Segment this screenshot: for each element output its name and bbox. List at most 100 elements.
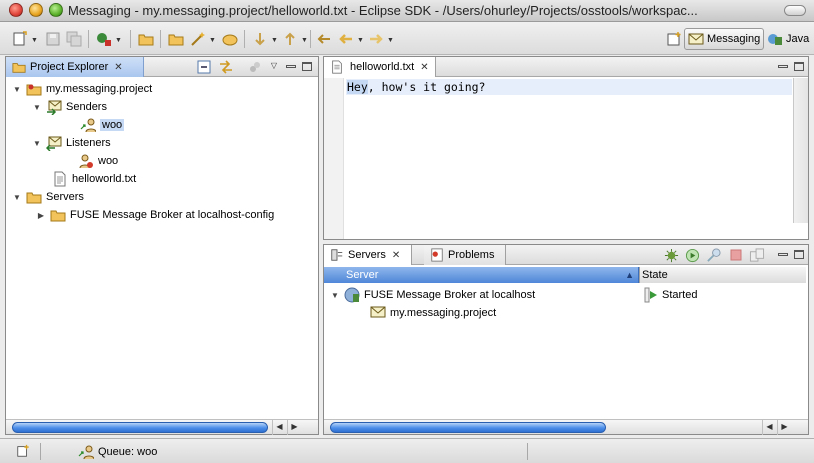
chevron-down-icon[interactable]: ▼	[301, 37, 308, 44]
tree-item-label: Senders	[66, 101, 107, 113]
chevron-down-icon[interactable]: ▼	[209, 37, 216, 44]
tab-project-explorer[interactable]: Project Explorer ✕	[6, 57, 144, 77]
horizontal-scrollbar[interactable]: ◀ ▶	[324, 419, 808, 435]
table-row[interactable]: my.messaging.project	[370, 304, 496, 322]
fast-view-icon[interactable]	[16, 444, 30, 458]
scroll-right-icon[interactable]: ▶	[777, 420, 791, 435]
collapse-all-icon[interactable]	[197, 60, 211, 74]
tab-label: helloworld.txt	[350, 61, 415, 73]
chevron-down-icon[interactable]: ▼	[387, 37, 394, 44]
tab-helloworld[interactable]: helloworld.txt ✕	[324, 57, 436, 77]
previous-annotation-icon[interactable]	[282, 31, 298, 47]
perspective-messaging[interactable]: Messaging	[684, 28, 765, 50]
tree-item-helloworld[interactable]: helloworld.txt	[52, 170, 136, 188]
expanded-icon[interactable]: ▼	[330, 291, 340, 300]
save-icon[interactable]	[45, 31, 61, 47]
expanded-icon[interactable]: ▼	[12, 85, 22, 94]
minimize-icon[interactable]	[778, 253, 788, 256]
last-edit-location-icon[interactable]	[316, 31, 332, 47]
tree-item-servers[interactable]: ▼ Servers	[12, 188, 84, 206]
editor-line-text: , how's it going?	[367, 80, 486, 94]
expanded-icon[interactable]: ▼	[32, 139, 42, 148]
editor-content[interactable]: Hey, how's it going?	[346, 79, 792, 95]
chevron-down-icon[interactable]: ▼	[271, 37, 278, 44]
chevron-down-icon[interactable]: ▼	[115, 37, 122, 44]
maximize-icon[interactable]	[794, 62, 804, 71]
horizontal-scrollbar[interactable]: ◀ ▶	[6, 419, 318, 435]
zoom-window-button[interactable]	[49, 3, 63, 17]
tree-item-listeners[interactable]: ▼ Listeners	[32, 134, 111, 152]
expanded-icon[interactable]: ▼	[12, 193, 22, 202]
maximize-icon[interactable]	[794, 250, 804, 259]
wizard-icon[interactable]	[190, 31, 206, 47]
status-separator	[527, 443, 528, 460]
new-icon[interactable]	[12, 31, 28, 47]
vertical-scrollbar[interactable]	[793, 78, 808, 223]
run-server-icon[interactable]	[96, 31, 112, 47]
title-bar: Messaging - my.messaging.project/hellowo…	[0, 0, 814, 22]
open-perspective-icon[interactable]	[666, 31, 682, 47]
status-separator	[40, 443, 41, 460]
filter-icon[interactable]	[248, 60, 262, 74]
column-label: State	[642, 269, 668, 281]
module-icon	[370, 306, 386, 318]
debug-server-icon[interactable]	[664, 248, 679, 263]
selected-word: Hey	[347, 80, 368, 94]
table-row[interactable]: ▼ FUSE Message Broker at localhost	[330, 286, 535, 304]
profile-server-icon[interactable]	[706, 248, 721, 263]
tree-item-sender-woo[interactable]: woo	[66, 116, 125, 134]
perspective-label: Java	[786, 33, 810, 45]
perspective-java[interactable]: Java	[764, 28, 812, 50]
server-state-cell: Started	[642, 286, 697, 304]
open-task-icon[interactable]	[222, 31, 238, 47]
servers-view-icon	[331, 249, 343, 261]
next-annotation-icon[interactable]	[252, 31, 268, 47]
start-server-icon[interactable]	[685, 248, 700, 263]
project-explorer-panel: Project Explorer ✕ ▽ ▼ my.messaging.proj…	[5, 56, 319, 435]
forward-icon[interactable]	[368, 31, 384, 47]
tab-servers[interactable]: Servers ✕	[324, 245, 412, 265]
scroll-right-icon[interactable]: ▶	[287, 420, 301, 435]
chevron-down-icon[interactable]: ▼	[31, 37, 38, 44]
server-state: Started	[662, 289, 698, 301]
java-perspective-icon	[768, 34, 782, 45]
chevron-down-icon[interactable]: ▼	[357, 37, 364, 44]
senders-icon	[47, 100, 62, 115]
scroll-left-icon[interactable]: ◀	[762, 420, 776, 435]
column-label: Server	[346, 269, 379, 281]
scroll-left-icon[interactable]: ◀	[272, 420, 286, 435]
save-all-icon[interactable]	[66, 31, 82, 47]
close-icon[interactable]: ✕	[392, 250, 400, 261]
status-message: Queue: woo	[98, 446, 158, 458]
minimize-icon[interactable]	[778, 65, 788, 68]
view-menu-icon[interactable]: ▽	[268, 61, 280, 73]
link-with-editor-icon[interactable]	[218, 60, 234, 74]
toolbar-toggle-button[interactable]	[784, 5, 806, 16]
back-icon[interactable]	[338, 31, 354, 47]
started-icon	[644, 287, 657, 303]
close-icon[interactable]: ✕	[114, 62, 122, 73]
tree-item-label: helloworld.txt	[72, 173, 137, 185]
minimize-icon[interactable]	[286, 65, 296, 68]
collapsed-icon[interactable]: ▶	[36, 211, 46, 220]
scrollbar-thumb[interactable]	[330, 422, 606, 433]
open-type-icon[interactable]	[168, 31, 184, 47]
tab-problems[interactable]: Problems	[424, 245, 506, 265]
tree-item-senders[interactable]: ▼ Senders	[32, 98, 107, 116]
close-icon[interactable]: ✕	[420, 62, 428, 73]
tree-item-project[interactable]: ▼ my.messaging.project	[12, 80, 152, 98]
tree-item-broker-config[interactable]: ▶ FUSE Message Broker at localhost-confi…	[36, 206, 274, 224]
column-header-state[interactable]: State	[639, 267, 806, 283]
publish-icon[interactable]	[749, 248, 765, 263]
maximize-icon[interactable]	[302, 62, 312, 71]
scrollbar-thumb[interactable]	[12, 422, 268, 433]
tree-item-listener-woo[interactable]: woo	[78, 152, 118, 170]
open-folder-icon[interactable]	[138, 31, 154, 47]
stop-server-icon[interactable]	[729, 248, 743, 262]
column-header-server[interactable]: Server ▲	[324, 267, 639, 283]
close-window-button[interactable]	[9, 3, 23, 17]
problems-icon	[431, 248, 443, 262]
minimize-window-button[interactable]	[29, 3, 43, 17]
expanded-icon[interactable]: ▼	[32, 103, 42, 112]
tree-item-label: woo	[98, 155, 119, 167]
